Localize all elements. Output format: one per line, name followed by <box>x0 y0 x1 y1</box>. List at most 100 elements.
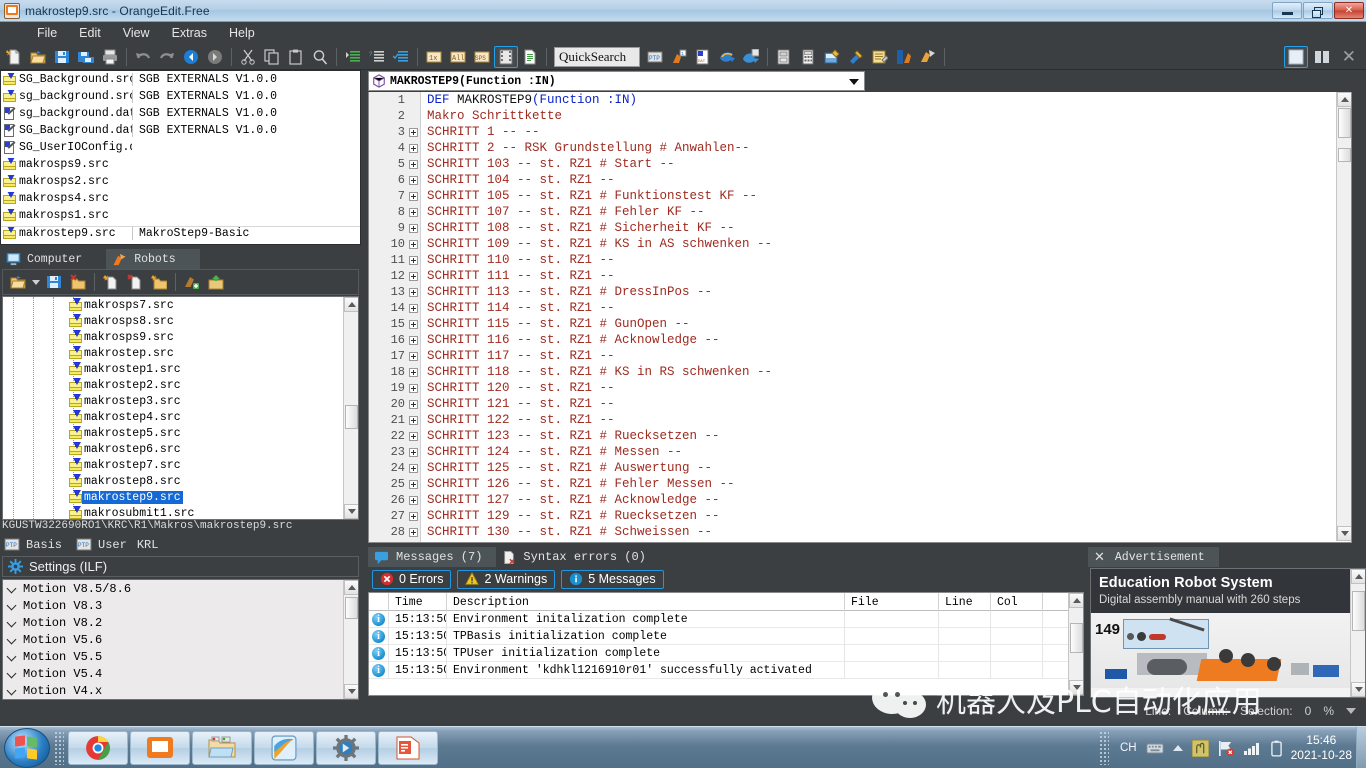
settings-item[interactable]: Motion V5.6 <box>3 631 341 648</box>
fold-block-button[interactable] <box>494 46 518 68</box>
fold-expand-icon[interactable] <box>405 144 421 153</box>
tree-item[interactable]: makrostep8.src <box>3 473 341 489</box>
scroll-up-button[interactable] <box>344 580 359 595</box>
table-row[interactable]: i 15:13:50 Environment 'kdhkl1216910r01'… <box>369 662 1083 679</box>
forward-button[interactable] <box>203 46 227 68</box>
code-line[interactable]: 9SCHRITT 108 -- st. RZ1 # Sicherheit KF … <box>369 220 1351 236</box>
ime-indicator[interactable]: CH <box>1120 742 1137 754</box>
table-row[interactable]: i 15:13:50 Environment initalization com… <box>369 611 1083 628</box>
fold-expand-icon[interactable] <box>405 528 421 537</box>
chevron-down-icon[interactable] <box>849 79 859 85</box>
messages-table[interactable]: Time Description File Line Col i 15:13:5… <box>368 592 1084 696</box>
save-button-tree[interactable] <box>42 271 66 293</box>
code-line[interactable]: 18SCHRITT 118 -- st. RZ1 # KS in RS schw… <box>369 364 1351 380</box>
tab-computer[interactable]: Computer <box>0 249 106 269</box>
code-line[interactable]: 22SCHRITT 123 -- st. RZ1 # Ruecksetzen -… <box>369 428 1351 444</box>
scroll-down-button[interactable] <box>1069 680 1084 695</box>
fold-expand-icon[interactable] <box>405 240 421 249</box>
dropdown-arrow-icon[interactable] <box>30 271 42 293</box>
tree-item[interactable]: makrostep7.src <box>3 457 341 473</box>
fold-expand-icon[interactable] <box>405 496 421 505</box>
file-list-row[interactable]: sg_background.dat SGB EXTERNALS V1.0.0 <box>1 105 360 122</box>
filter-messages[interactable]: 5 Messages <box>561 570 663 589</box>
quicksearch-input[interactable]: QuickSearch <box>554 47 640 67</box>
taskbar-item-powerpoint[interactable] <box>378 731 438 765</box>
tab-basis[interactable]: PTP Basis <box>0 535 72 555</box>
settings-item[interactable]: Motion V5.5 <box>3 648 341 665</box>
save-button[interactable] <box>50 46 74 68</box>
code-line[interactable]: 26SCHRITT 127 -- st. RZ1 # Acknowledge -… <box>369 492 1351 508</box>
taskbar-item-orangeedit[interactable] <box>130 731 190 765</box>
archive-button[interactable] <box>772 46 796 68</box>
file-list-row[interactable]: sg_background.src SGB EXTERNALS V1.0.0 <box>1 88 360 105</box>
tree-scrollbar[interactable] <box>343 297 358 519</box>
fold-expand-icon[interactable] <box>405 448 421 457</box>
transfer-button[interactable] <box>739 46 763 68</box>
new-folder-button[interactable] <box>147 271 171 293</box>
code-line[interactable]: 21SCHRITT 122 -- st. RZ1 -- <box>369 412 1351 428</box>
robot-sim-button[interactable] <box>916 46 940 68</box>
file-list-panel[interactable]: SG_Background.src SGB EXTERNALS V1.0.0 s… <box>0 70 361 245</box>
file-list-row[interactable]: SG_Background.src SGB EXTERNALS V1.0.0 <box>1 71 360 88</box>
fold-1x-button[interactable]: 1x <box>422 46 446 68</box>
code-line[interactable]: 6SCHRITT 104 -- st. RZ1 -- <box>369 172 1351 188</box>
table-row[interactable]: i 15:13:50 TPUser initialization complet… <box>369 645 1083 662</box>
archive-button-tree[interactable] <box>204 271 228 293</box>
save-all-button[interactable] <box>74 46 98 68</box>
code-line[interactable]: 27SCHRITT 129 -- st. RZ1 # Ruecksetzen -… <box>369 508 1351 524</box>
code-line[interactable]: 23SCHRITT 124 -- st. RZ1 # Messen -- <box>369 444 1351 460</box>
fold-sps-button[interactable]: SPS <box>470 46 494 68</box>
tree-item[interactable]: makrostep4.src <box>3 409 341 425</box>
open-folder-button-tree[interactable] <box>6 271 30 293</box>
tab-krl[interactable]: KRL <box>137 535 169 555</box>
tree-item[interactable]: makrostep3.src <box>3 393 341 409</box>
fold-expand-icon[interactable] <box>405 176 421 185</box>
tree-item[interactable]: makrostep.src <box>3 345 341 361</box>
fold-expand-icon[interactable] <box>405 192 421 201</box>
redo-button[interactable] <box>155 46 179 68</box>
fold-expand-icon[interactable] <box>405 480 421 489</box>
minimize-button[interactable] <box>1272 2 1302 19</box>
file-list-row[interactable]: SG_Background.dat SGB EXTERNALS V1.0.0 <box>1 122 360 139</box>
paste-button[interactable] <box>284 46 308 68</box>
fanuc-button[interactable] <box>892 46 916 68</box>
panel-split-button[interactable] <box>1310 46 1334 68</box>
tree-item[interactable]: makrosps7.src <box>3 297 341 313</box>
editor-scrollbar[interactable] <box>1336 92 1351 541</box>
code-line[interactable]: 14SCHRITT 114 -- st. RZ1 -- <box>369 300 1351 316</box>
fold-expand-icon[interactable] <box>405 336 421 345</box>
taskbar-item-gear-app[interactable] <box>316 731 376 765</box>
security-icon[interactable] <box>1192 740 1209 757</box>
code-line[interactable]: 17SCHRITT 117 -- st. RZ1 -- <box>369 348 1351 364</box>
scrollbar-thumb[interactable] <box>1070 623 1083 653</box>
close-icon[interactable]: ✕ <box>1094 550 1105 565</box>
battery-icon[interactable] <box>1271 740 1282 757</box>
config-button[interactable] <box>820 46 844 68</box>
menu-item-extras[interactable]: Extras <box>161 24 218 42</box>
open-folder-button[interactable] <box>26 46 50 68</box>
copy-button[interactable] <box>260 46 284 68</box>
code-line[interactable]: 7SCHRITT 105 -- st. RZ1 # Funktionstest … <box>369 188 1351 204</box>
fold-expand-icon[interactable] <box>405 288 421 297</box>
fold-expand-icon[interactable] <box>405 128 421 137</box>
settings-item[interactable]: Motion V8.3 <box>3 597 341 614</box>
show-desktop-button[interactable] <box>1356 727 1366 768</box>
code-line[interactable]: 25SCHRITT 126 -- st. RZ1 # Fehler Messen… <box>369 476 1351 492</box>
advertisement-panel[interactable]: Education Robot System Digital assembly … <box>1090 568 1366 698</box>
notes-button[interactable] <box>868 46 892 68</box>
scroll-up-button[interactable] <box>344 297 359 312</box>
file-list-row[interactable]: makrosps1.src <box>1 207 360 224</box>
close-folder-button[interactable] <box>66 271 90 293</box>
tray-grip[interactable] <box>1099 731 1109 765</box>
fold-expand-icon[interactable] <box>405 416 421 425</box>
code-line[interactable]: 10SCHRITT 109 -- st. RZ1 # KS in AS schw… <box>369 236 1351 252</box>
fold-expand-icon[interactable] <box>405 320 421 329</box>
fold-expand-icon[interactable] <box>405 400 421 409</box>
document-button[interactable] <box>518 46 542 68</box>
code-line[interactable]: 3SCHRITT 1 -- -- <box>369 124 1351 140</box>
tree-item[interactable]: makrostep6.src <box>3 441 341 457</box>
scrollbar-thumb[interactable] <box>1338 108 1351 138</box>
fold-expand-icon[interactable] <box>405 384 421 393</box>
delete-file-button[interactable] <box>123 271 147 293</box>
tab-advertisement[interactable]: ✕ Advertisement <box>1088 547 1219 567</box>
